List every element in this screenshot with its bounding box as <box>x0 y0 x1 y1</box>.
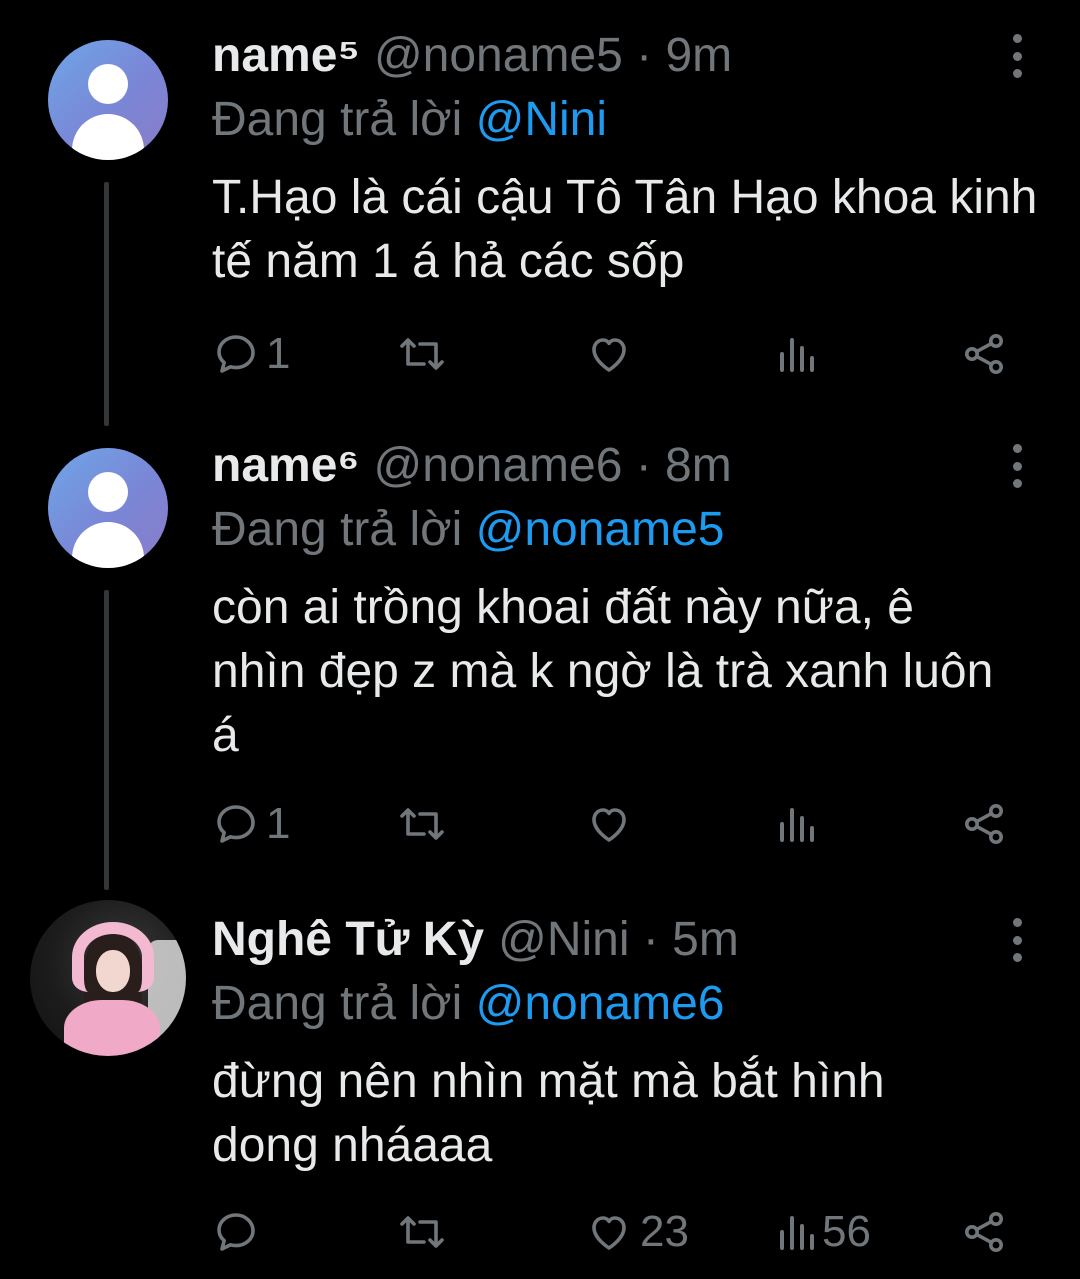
like-button[interactable] <box>584 794 640 854</box>
mention-link[interactable]: @noname6 <box>476 977 725 1030</box>
retweet-button[interactable] <box>396 1202 448 1262</box>
reply-count: 1 <box>266 799 291 848</box>
share-icon <box>965 1212 1003 1252</box>
mention-link[interactable]: @noname5 <box>476 503 725 556</box>
like-button[interactable]: 23 <box>584 1202 689 1262</box>
thread-line <box>104 182 109 426</box>
like-count: 23 <box>640 1207 689 1256</box>
action-bar: 1 <box>212 794 1032 854</box>
tweet-text: T.Hạo là cái cậu Tô Tân Hạo khoa kinh tế… <box>212 171 1038 288</box>
thread-line <box>104 590 109 890</box>
display-name[interactable]: Nghê Tử Kỳ <box>212 910 484 970</box>
default-user-icon <box>88 64 128 104</box>
tweet-text: còn ai trồng khoai đất này nữa, ê nhìn đ… <box>212 581 994 762</box>
avatar[interactable] <box>48 448 168 568</box>
like-icon <box>592 338 626 372</box>
reply-button[interactable]: 1 <box>212 794 290 854</box>
avatar[interactable] <box>48 40 168 160</box>
retweet-button[interactable] <box>396 794 448 854</box>
display-name[interactable]: name⁵ <box>212 26 360 86</box>
views-icon <box>780 808 814 842</box>
views-icon <box>780 338 814 372</box>
handle-time[interactable]: @Nini · 5m <box>498 910 739 970</box>
retweet-icon <box>400 808 444 840</box>
like-icon <box>592 808 626 842</box>
views-count: 56 <box>822 1207 871 1256</box>
tweet[interactable]: name⁶ @noname6 · 8m Đang trả lời @noname… <box>0 410 1080 890</box>
reply-icon <box>217 1213 255 1251</box>
share-button[interactable] <box>960 324 1008 384</box>
views-button[interactable] <box>776 324 822 384</box>
reply-icon <box>217 335 255 373</box>
action-bar: 23 56 <box>212 1202 1032 1262</box>
share-button[interactable] <box>960 1202 1008 1262</box>
retweet-button[interactable] <box>396 324 448 384</box>
tweet[interactable]: name⁵ @noname5 · 9m Đang trả lời @Nini T… <box>0 0 1080 426</box>
like-icon <box>592 1216 626 1250</box>
replying-to: Đang trả lời @Nini <box>212 93 608 146</box>
handle-time[interactable]: @noname6 · 8m <box>374 436 732 496</box>
share-button[interactable] <box>960 794 1008 854</box>
replying-to: Đang trả lời @noname5 <box>212 503 725 556</box>
display-name[interactable]: name⁶ <box>212 436 360 496</box>
views-icon <box>780 1216 814 1250</box>
action-bar: 1 <box>212 324 1032 384</box>
handle-time[interactable]: @noname5 · 9m <box>374 26 732 86</box>
views-button[interactable] <box>776 794 822 854</box>
retweet-icon <box>400 338 444 370</box>
more-options-icon[interactable] <box>1005 918 1029 962</box>
more-options-icon[interactable] <box>1005 444 1029 488</box>
reply-button[interactable]: 1 <box>212 324 290 384</box>
mention-link[interactable]: @Nini <box>476 93 607 146</box>
reply-icon <box>217 805 255 843</box>
tweet[interactable]: Nghê Tử Kỳ @Nini · 5m Đang trả lời @nona… <box>0 884 1080 1279</box>
reply-count: 1 <box>266 329 291 378</box>
share-icon <box>965 334 1003 374</box>
reply-button[interactable] <box>212 1202 266 1262</box>
avatar[interactable] <box>30 900 186 1056</box>
retweet-icon <box>400 1216 444 1248</box>
views-button[interactable]: 56 <box>776 1202 871 1262</box>
like-button[interactable] <box>584 324 640 384</box>
default-user-icon <box>88 472 128 512</box>
replying-to: Đang trả lời @noname6 <box>212 977 725 1030</box>
more-options-icon[interactable] <box>1005 34 1029 78</box>
tweet-text: đừng nên nhìn mặt mà bắt hình dong nháaa… <box>212 1055 885 1172</box>
share-icon <box>965 804 1003 844</box>
